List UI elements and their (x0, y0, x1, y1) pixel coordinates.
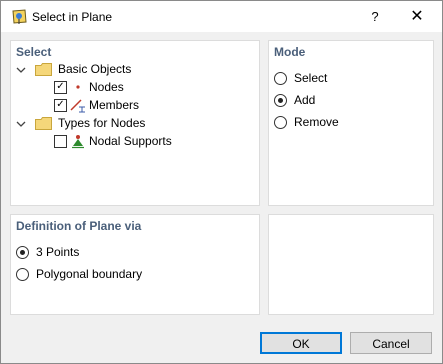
radio-label: 3 Points (36, 245, 80, 259)
nodal-supports-checkbox[interactable] (54, 134, 67, 148)
close-button[interactable]: ✕ (403, 5, 431, 29)
tree-item-label: Basic Objects (58, 62, 132, 76)
mode-add-radio[interactable] (274, 93, 287, 107)
mode-option-remove[interactable]: Remove (274, 113, 339, 131)
tree-item-nodal-supports[interactable]: Nodal Supports (54, 132, 172, 150)
tree-item-members[interactable]: ✓ Members (54, 96, 139, 114)
window-title: Select in Plane (32, 10, 113, 24)
select-panel: Select Basic Objects ✓ Nodes ✓ Members T… (10, 40, 260, 206)
tree-item-label: Types for Nodes (58, 116, 146, 130)
polygonal-boundary-radio[interactable] (16, 267, 29, 281)
tree-item-label: Members (89, 98, 140, 112)
plane-definition-panel: Definition of Plane via 3 Points Polygon… (10, 214, 260, 315)
radio-label: Polygonal boundary (36, 267, 143, 281)
radio-label: Add (294, 93, 316, 107)
tree-item-label: Nodes (89, 80, 124, 94)
nodes-checkbox[interactable]: ✓ (54, 80, 67, 94)
nodal-support-icon (67, 133, 87, 149)
mode-panel: Mode Select Add Remove (268, 40, 434, 206)
dialog-window: Select in Plane ? ✕ Select Basic Objects… (0, 0, 443, 364)
node-icon (67, 80, 87, 94)
tree-item-nodes[interactable]: ✓ Nodes (54, 78, 124, 96)
ok-button[interactable]: OK (260, 332, 342, 354)
radio-label: Remove (294, 115, 339, 129)
chevron-down-icon[interactable] (16, 118, 26, 128)
plane-option-polygonal-boundary[interactable]: Polygonal boundary (16, 265, 142, 283)
mode-option-select[interactable]: Select (274, 69, 327, 87)
folder-icon (35, 116, 52, 130)
select-panel-title: Select (16, 45, 52, 59)
cancel-button[interactable]: Cancel (350, 332, 432, 354)
members-checkbox[interactable]: ✓ (54, 98, 67, 112)
mode-panel-title: Mode (274, 45, 306, 59)
chevron-down-icon[interactable] (16, 64, 26, 74)
radio-label: Select (294, 71, 328, 85)
plane-option-3-points[interactable]: 3 Points (16, 243, 79, 261)
tree-item-label: Nodal Supports (89, 134, 172, 148)
title-bar: Select in Plane ? ✕ (1, 1, 442, 32)
mode-remove-radio[interactable] (274, 115, 287, 129)
mode-select-radio[interactable] (274, 71, 287, 85)
folder-icon (35, 62, 52, 76)
plane-panel-title: Definition of Plane via (16, 219, 142, 233)
tree-item-basic-objects[interactable]: Basic Objects (16, 60, 131, 78)
app-icon (10, 8, 28, 26)
three-points-radio[interactable] (16, 245, 29, 259)
tree-item-types-for-nodes[interactable]: Types for Nodes (16, 114, 145, 132)
help-button[interactable]: ? (361, 5, 389, 29)
member-icon (67, 97, 87, 113)
empty-panel (268, 214, 434, 315)
mode-option-add[interactable]: Add (274, 91, 315, 109)
